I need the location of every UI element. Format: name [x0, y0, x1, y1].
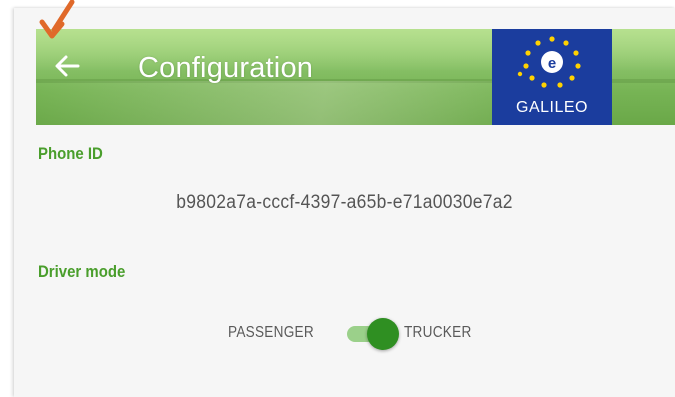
app-header: Configuration e GALILEO: [36, 29, 675, 125]
driver-mode-toggle[interactable]: [347, 318, 401, 350]
app-screen: Configuration e GALILEO Phone ID b9802a7…: [14, 8, 675, 397]
eu-stars-logo-icon: e: [517, 36, 581, 88]
driver-mode-switch-row: PASSENGER TRUCKER: [14, 316, 675, 350]
annotation-arrow-icon: [39, 0, 75, 39]
arrow-left-icon: [55, 55, 80, 77]
phone-id-label: Phone ID: [38, 144, 103, 163]
galileo-logo-text: GALILEO: [516, 99, 588, 116]
page-title: Configuration: [138, 52, 314, 84]
driver-mode-label: Driver mode: [38, 262, 126, 281]
phone-id-value: b9802a7a-cccf-4397-a65b-e71a0030e7a2: [176, 192, 513, 213]
svg-text:e: e: [548, 55, 556, 72]
galileo-logo: e GALILEO: [492, 29, 612, 125]
toggle-thumb: [367, 318, 399, 350]
back-button[interactable]: [52, 51, 82, 81]
passenger-option-label: PASSENGER: [228, 324, 314, 341]
trucker-option-label: TRUCKER: [404, 324, 472, 341]
